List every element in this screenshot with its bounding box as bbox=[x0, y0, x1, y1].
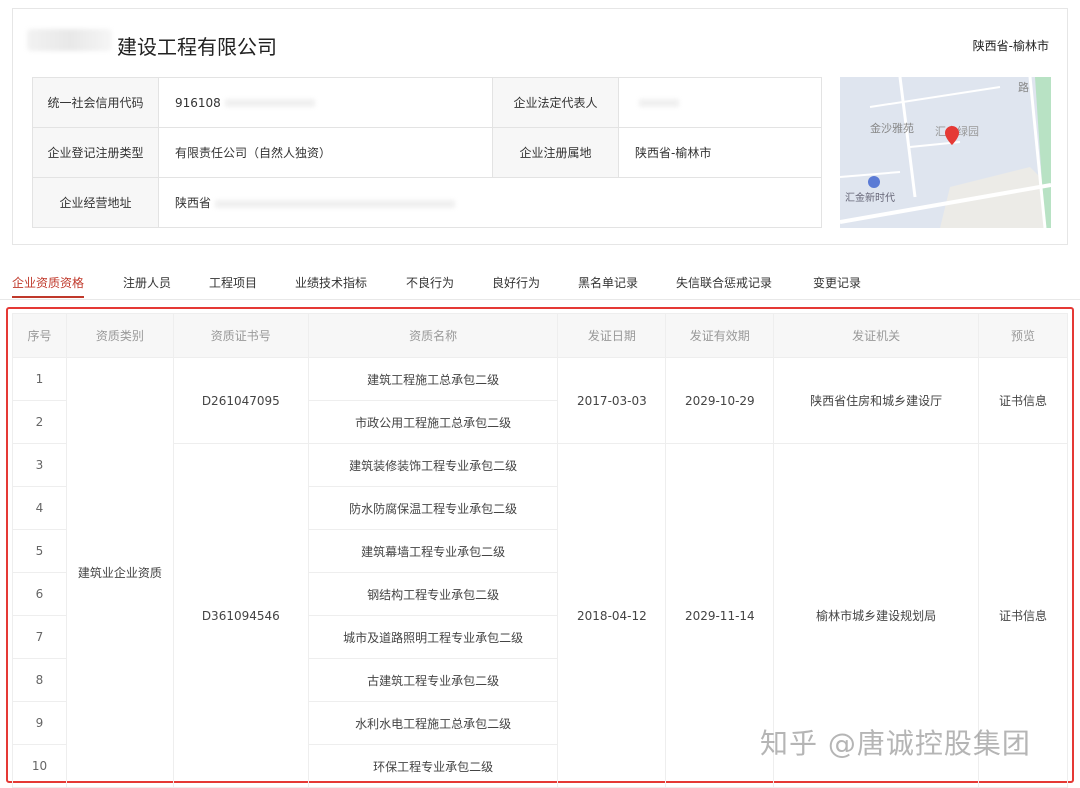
seq-cell: 4 bbox=[12, 486, 67, 530]
poi-icon bbox=[868, 176, 880, 188]
qualification-table: 序号 资质类别 资质证书号 资质名称 发证日期 发证有效期 发证机关 预览 1建… bbox=[12, 313, 1068, 788]
address-label: 企业经营地址 bbox=[32, 177, 159, 228]
tab-bad-behavior[interactable]: 不良行为 bbox=[406, 274, 454, 291]
reg-place-value: 陕西省-榆林市 bbox=[618, 127, 822, 178]
tab-bar: 企业资质资格 注册人员 工程项目 业绩技术指标 不良行为 良好行为 黑名单记录 … bbox=[0, 268, 1080, 300]
tab-performance[interactable]: 业绩技术指标 bbox=[295, 274, 367, 291]
legal-rep-label: 企业法定代表人 bbox=[492, 77, 619, 128]
map-label: 汇金新时代 bbox=[845, 191, 895, 204]
tab-registered-staff[interactable]: 注册人员 bbox=[123, 274, 171, 291]
certificate-info-link[interactable]: 证书信息 bbox=[978, 357, 1068, 444]
issue-date-cell: 2017-03-03 bbox=[557, 357, 667, 444]
header-preview: 预览 bbox=[978, 313, 1068, 358]
reg-type-value: 有限责任公司（自然人独资） bbox=[158, 127, 493, 178]
header-issue-date: 发证日期 bbox=[557, 313, 667, 358]
valid-until-cell: 2029-11-14 bbox=[665, 443, 775, 788]
redacted bbox=[215, 199, 456, 208]
valid-until-cell: 2029-10-29 bbox=[665, 357, 775, 444]
seq-cell: 10 bbox=[12, 744, 67, 788]
qualification-name-cell: 建筑幕墙工程专业承包二级 bbox=[307, 529, 559, 573]
seq-cell: 2 bbox=[12, 400, 67, 444]
watermark: 知乎 @唐诚控股集团 bbox=[760, 727, 1031, 760]
credit-code-value: 916108 bbox=[175, 95, 221, 110]
qualification-name-cell: 防水防腐保温工程专业承包二级 bbox=[307, 486, 559, 530]
tab-dishonesty[interactable]: 失信联合惩戒记录 bbox=[676, 274, 772, 291]
tab-qualifications[interactable]: 企业资质资格 bbox=[12, 274, 85, 298]
seq-cell: 6 bbox=[12, 572, 67, 616]
company-card: 建设工程有限公司 陕西省-榆林市 统一社会信用代码 916108 企业法定代表人… bbox=[12, 8, 1068, 245]
credit-code-label: 统一社会信用代码 bbox=[32, 77, 159, 128]
seq-cell: 9 bbox=[12, 701, 67, 745]
tab-blacklist[interactable]: 黑名单记录 bbox=[578, 274, 638, 291]
map-label: 金沙雅苑 bbox=[870, 121, 914, 135]
header-authority: 发证机关 bbox=[773, 313, 980, 358]
company-title: 建设工程有限公司 bbox=[117, 35, 277, 59]
tab-changes[interactable]: 变更记录 bbox=[813, 274, 861, 291]
seq-cell: 8 bbox=[12, 658, 67, 702]
table-row: 1 建筑业企业资质 D261047095 建筑工程施工总承包二级 2017-03-03 2… bbox=[12, 357, 1068, 788]
qualification-name-cell: 市政公用工程施工总承包二级 bbox=[307, 400, 559, 444]
reg-type-label: 企业登记注册类型 bbox=[32, 127, 159, 178]
tab-good-behavior[interactable]: 良好行为 bbox=[492, 274, 540, 291]
qualification-name-cell: 环保工程专业承包二级 bbox=[307, 744, 559, 788]
redacted bbox=[639, 99, 679, 107]
redacted bbox=[224, 99, 315, 107]
seq-cell: 1 bbox=[12, 357, 67, 401]
header-category: 资质类别 bbox=[65, 313, 174, 358]
header-cert-no: 资质证书号 bbox=[172, 313, 309, 358]
category-cell: 建筑业企业资质 bbox=[65, 357, 174, 788]
map-label: 路 bbox=[1018, 81, 1029, 94]
issue-date-cell: 2018-04-12 bbox=[557, 443, 667, 788]
header-seq: 序号 bbox=[12, 313, 67, 358]
qualification-name-cell: 钢结构工程专业承包二级 bbox=[307, 572, 559, 616]
cert-no-cell: D261047095 bbox=[172, 357, 309, 444]
qualification-name-cell: 建筑装修装饰工程专业承包二级 bbox=[307, 443, 559, 487]
header-valid-until: 发证有效期 bbox=[665, 313, 775, 358]
header-name: 资质名称 bbox=[307, 313, 559, 358]
authority-cell: 陕西省住房和城乡建设厅 bbox=[773, 357, 980, 444]
map-graphic: 金沙雅苑 汇金绿园 汇金新时代 路 bbox=[840, 77, 1051, 228]
qualification-name-cell: 水利水电工程施工总承包二级 bbox=[307, 701, 559, 745]
reg-place-label: 企业注册属地 bbox=[492, 127, 619, 178]
cert-no-cell: D361094546 bbox=[172, 443, 309, 788]
seq-cell: 3 bbox=[12, 443, 67, 487]
qualification-name-cell: 建筑工程施工总承包二级 bbox=[307, 357, 559, 401]
company-info-table: 统一社会信用代码 916108 企业法定代表人 企业登记注册类型 有限责任公司（… bbox=[32, 77, 822, 228]
company-logo bbox=[27, 29, 112, 51]
seq-cell: 5 bbox=[12, 529, 67, 573]
qualification-name-cell: 城市及道路照明工程专业承包二级 bbox=[307, 615, 559, 659]
location-map[interactable]: 金沙雅苑 汇金绿园 汇金新时代 路 bbox=[840, 77, 1051, 228]
tab-projects[interactable]: 工程项目 bbox=[209, 274, 257, 291]
company-region: 陕西省-榆林市 bbox=[972, 39, 1049, 53]
seq-cell: 7 bbox=[12, 615, 67, 659]
address-value: 陕西省 bbox=[175, 196, 212, 210]
qualification-name-cell: 古建筑工程专业承包二级 bbox=[307, 658, 559, 702]
